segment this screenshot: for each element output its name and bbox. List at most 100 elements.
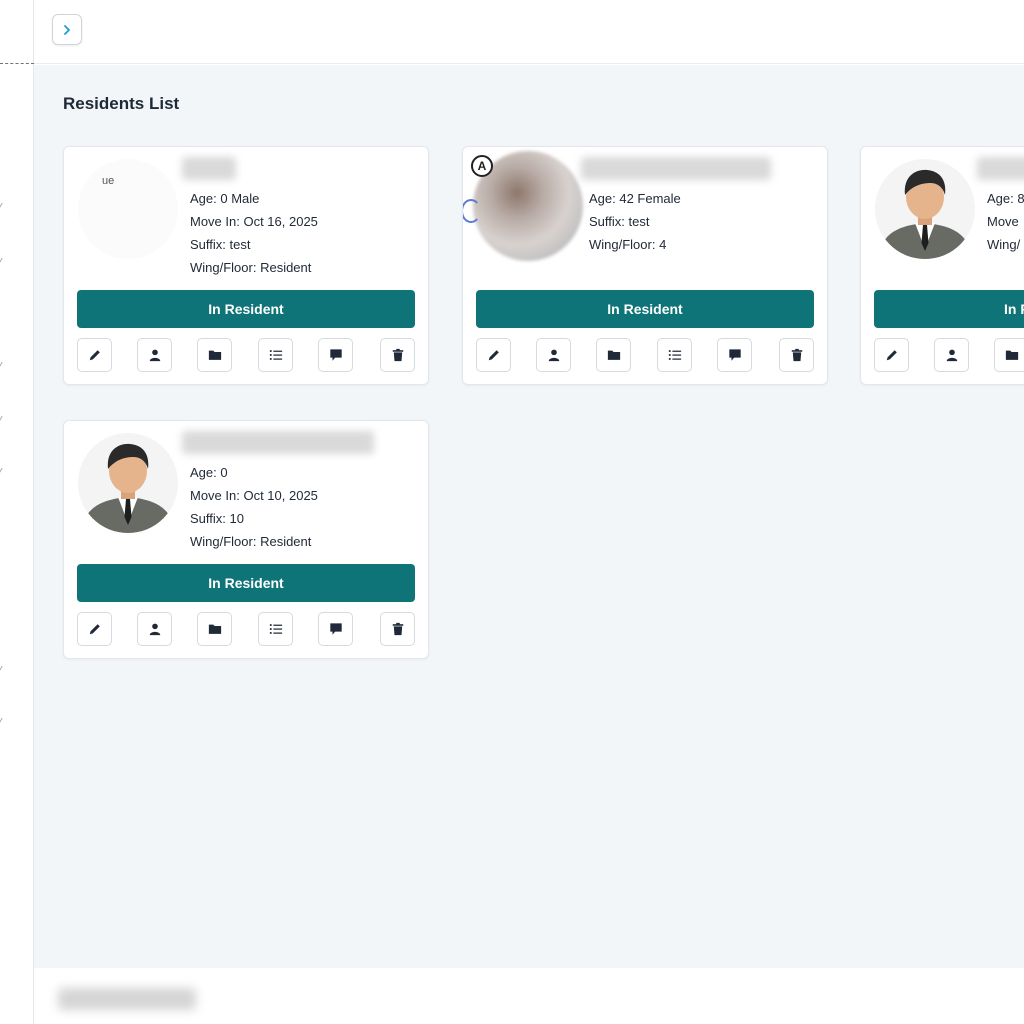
resident-move-in: Move In: Oct 16, 2025 bbox=[190, 214, 318, 229]
resident-move-in: Move bbox=[987, 214, 1019, 229]
sidebar-item-marker[interactable] bbox=[0, 416, 7, 422]
resident-avatar bbox=[875, 159, 975, 259]
resident-wing: Wing/Floor: 4 bbox=[589, 237, 667, 252]
pencil-icon bbox=[89, 624, 100, 635]
footer bbox=[34, 968, 1024, 1024]
alert-badge: A bbox=[471, 155, 493, 177]
resident-wing: Wing/ bbox=[987, 237, 1021, 252]
card-actions bbox=[77, 338, 415, 372]
user-icon bbox=[946, 349, 957, 362]
trash-icon bbox=[392, 622, 403, 636]
resident-avatar: ue bbox=[78, 159, 178, 259]
edit-button[interactable] bbox=[874, 338, 909, 372]
edit-button[interactable] bbox=[77, 612, 112, 646]
resident-info: Age: 0 Move In: Oct 10, 2025 Suffix: 10 … bbox=[190, 461, 318, 553]
user-icon bbox=[149, 349, 160, 362]
details-button[interactable] bbox=[657, 338, 692, 372]
notes-button[interactable] bbox=[318, 338, 353, 372]
card-actions bbox=[874, 338, 1024, 372]
resident-name-redacted[interactable] bbox=[977, 157, 1024, 180]
sidebar-item-marker[interactable] bbox=[0, 666, 7, 672]
resident-card: Age: 8 Move Wing/ In R bbox=[860, 146, 1024, 385]
male-avatar-icon bbox=[875, 159, 975, 259]
status-ring-icon bbox=[463, 199, 481, 223]
edit-button[interactable] bbox=[77, 338, 112, 372]
resident-wing: Wing/Floor: Resident bbox=[190, 534, 312, 549]
list-icon bbox=[269, 350, 282, 360]
avatar-alt-text: ue bbox=[102, 175, 115, 187]
folder-icon bbox=[208, 624, 221, 634]
footer-text-redacted bbox=[58, 988, 196, 1010]
profile-button[interactable] bbox=[934, 338, 969, 372]
sidebar-item-marker[interactable] bbox=[0, 203, 7, 209]
notes-button[interactable] bbox=[717, 338, 752, 372]
documents-button[interactable] bbox=[197, 338, 232, 372]
sidebar-divider bbox=[0, 63, 34, 64]
resident-suffix: Suffix: test bbox=[190, 237, 251, 252]
resident-card: A Age: 42 Female Suffix: test Wing/Floor… bbox=[462, 146, 828, 385]
sidebar-item-marker[interactable] bbox=[0, 718, 7, 724]
resident-name-redacted[interactable] bbox=[182, 431, 374, 454]
documents-button[interactable] bbox=[994, 338, 1024, 372]
folder-icon bbox=[1005, 350, 1018, 360]
resident-suffix: Suffix: test bbox=[589, 214, 650, 229]
resident-move-in: Move In: Oct 10, 2025 bbox=[190, 488, 318, 503]
comment-icon bbox=[329, 349, 342, 361]
sidebar-toggle-button[interactable] bbox=[52, 14, 82, 45]
resident-age: Age: 0 bbox=[190, 465, 228, 480]
resident-name-redacted[interactable] bbox=[581, 157, 771, 180]
status-button[interactable]: In Resident bbox=[77, 564, 415, 602]
sidebar-item-marker[interactable] bbox=[0, 362, 7, 368]
delete-button[interactable] bbox=[380, 338, 415, 372]
user-icon bbox=[149, 623, 160, 636]
pencil-icon bbox=[89, 350, 100, 361]
resident-wing: Wing/Floor: Resident bbox=[190, 260, 312, 275]
status-button[interactable]: In Resident bbox=[77, 290, 415, 328]
comment-icon bbox=[728, 349, 741, 361]
card-actions bbox=[77, 612, 415, 646]
profile-button[interactable] bbox=[137, 612, 172, 646]
chevron-right-icon bbox=[64, 24, 70, 35]
status-button[interactable]: In R bbox=[874, 290, 1024, 328]
details-button[interactable] bbox=[258, 338, 293, 372]
pencil-icon bbox=[886, 350, 897, 361]
resident-info: Age: 42 Female Suffix: test Wing/Floor: … bbox=[589, 187, 681, 256]
list-icon bbox=[269, 624, 282, 634]
details-button[interactable] bbox=[258, 612, 293, 646]
edit-button[interactable] bbox=[476, 338, 511, 372]
top-header bbox=[34, 0, 1024, 64]
delete-button[interactable] bbox=[779, 338, 814, 372]
folder-icon bbox=[208, 350, 221, 360]
documents-button[interactable] bbox=[596, 338, 631, 372]
sidebar-item-marker[interactable] bbox=[0, 468, 7, 474]
folder-icon bbox=[607, 350, 620, 360]
trash-icon bbox=[392, 348, 403, 362]
sidebar bbox=[0, 0, 34, 1024]
resident-age: Age: 0 Male bbox=[190, 191, 260, 206]
resident-avatar bbox=[78, 433, 178, 533]
main-content: Residents List ue Age: 0 Male Move In: O… bbox=[34, 65, 1024, 968]
profile-button[interactable] bbox=[536, 338, 571, 372]
resident-info: Age: 8 Move Wing/ bbox=[987, 187, 1024, 256]
comment-icon bbox=[329, 623, 342, 635]
user-icon bbox=[548, 349, 559, 362]
profile-button[interactable] bbox=[137, 338, 172, 372]
status-button[interactable]: In Resident bbox=[476, 290, 814, 328]
resident-name-redacted[interactable] bbox=[182, 157, 236, 180]
resident-info: Age: 0 Male Move In: Oct 16, 2025 Suffix… bbox=[190, 187, 318, 279]
list-icon bbox=[668, 350, 681, 360]
notes-button[interactable] bbox=[318, 612, 353, 646]
resident-age: Age: 8 bbox=[987, 191, 1024, 206]
documents-button[interactable] bbox=[197, 612, 232, 646]
trash-icon bbox=[791, 348, 802, 362]
resident-card: ue Age: 0 Male Move In: Oct 16, 2025 Suf… bbox=[63, 146, 429, 385]
page-title: Residents List bbox=[63, 94, 180, 113]
sidebar-item-marker[interactable] bbox=[0, 258, 7, 264]
resident-suffix: Suffix: 10 bbox=[190, 511, 244, 526]
resident-card: Age: 0 Move In: Oct 10, 2025 Suffix: 10 … bbox=[63, 420, 429, 659]
card-actions bbox=[476, 338, 814, 372]
pencil-icon bbox=[488, 350, 499, 361]
male-avatar-icon bbox=[78, 433, 178, 533]
delete-button[interactable] bbox=[380, 612, 415, 646]
resident-age: Age: 42 Female bbox=[589, 191, 681, 206]
